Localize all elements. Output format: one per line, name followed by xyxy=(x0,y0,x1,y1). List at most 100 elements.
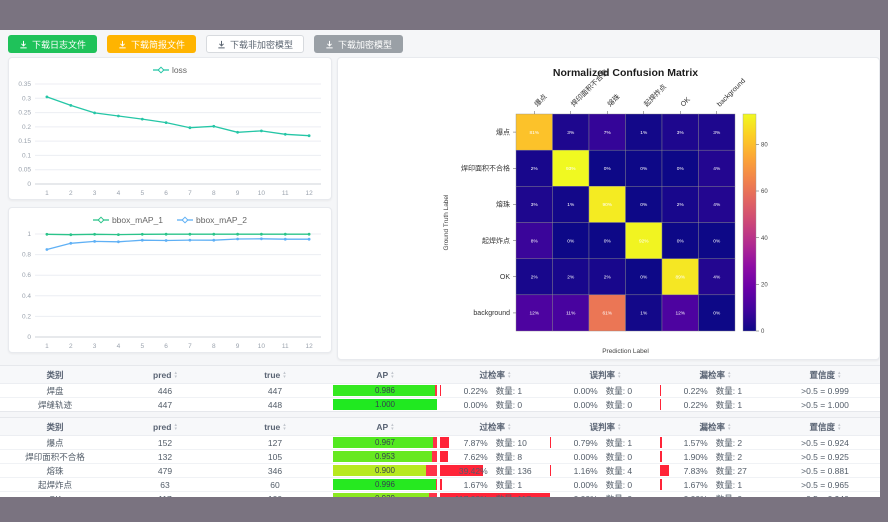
column-label: 类别 xyxy=(46,421,63,433)
column-header-过检率[interactable]: 过检率▴▾ xyxy=(440,366,550,383)
svg-text:1: 1 xyxy=(45,343,49,350)
rate-percent: 1.90% xyxy=(664,452,708,462)
true-cell: 60 xyxy=(220,478,330,491)
legend-item-bbox_mAP_1[interactable]: bbox_mAP_1 xyxy=(93,215,163,225)
sort-icon[interactable]: ▴▾ xyxy=(838,423,841,431)
sort-icon[interactable]: ▴▾ xyxy=(508,423,511,431)
column-header-true[interactable]: true▴▾ xyxy=(220,418,330,435)
confusion-matrix-card: Normalized Confusion Matrix81%3%7%1%3%3%… xyxy=(337,57,880,360)
over-detection-cell: 0.22%数量: 1 xyxy=(440,384,550,397)
misjudge-cell: 0.00%数量: 0 xyxy=(550,478,660,491)
confidence-cell: >0.5 = 0.925 xyxy=(770,450,880,463)
download-unencrypted-model-button[interactable]: 下载非加密模型 xyxy=(206,35,304,53)
misjudge-cell: 0.00%数量: 0 xyxy=(550,450,660,463)
metrics-table: 类别pred▴▾true▴▾AP▴▾过检率▴▾误判率▴▾漏检率▴▾置信度▴▾焊盘… xyxy=(0,365,880,412)
over-detection-cell: 1.67%数量: 1 xyxy=(440,478,550,491)
legend-item-loss[interactable]: loss xyxy=(153,65,187,75)
sort-icon[interactable]: ▴▾ xyxy=(508,371,511,379)
svg-text:1%: 1% xyxy=(640,311,648,317)
download-report-button[interactable]: 下载简报文件 xyxy=(107,35,196,53)
column-header-pred[interactable]: pred▴▾ xyxy=(110,418,220,435)
svg-text:12: 12 xyxy=(305,190,313,197)
column-header-置信度[interactable]: 置信度▴▾ xyxy=(770,366,880,383)
dashboard-page: 下载日志文件 下载简报文件 下载非加密模型 下载加密模型 loss 00.050… xyxy=(0,30,880,497)
sort-icon[interactable]: ▴▾ xyxy=(618,371,621,379)
column-header-AP[interactable]: AP▴▾ xyxy=(330,366,440,383)
pred-cell: 117 xyxy=(110,492,220,497)
sort-icon[interactable]: ▴▾ xyxy=(838,371,841,379)
svg-text:11: 11 xyxy=(282,343,289,350)
table-header-row: 类别pred▴▾true▴▾AP▴▾过检率▴▾误判率▴▾漏检率▴▾置信度▴▾ xyxy=(0,418,880,436)
charts-column: loss 00.050.10.150.20.250.30.35123456789… xyxy=(8,57,332,360)
column-label: 误判率 xyxy=(589,369,615,381)
column-header-AP[interactable]: AP▴▾ xyxy=(330,418,440,435)
svg-text:1: 1 xyxy=(27,231,31,238)
column-label: 置信度 xyxy=(809,369,835,381)
sort-icon[interactable]: ▴▾ xyxy=(391,371,394,379)
rate-count: 数量: 1 xyxy=(716,399,767,411)
sort-icon[interactable]: ▴▾ xyxy=(283,371,286,379)
column-header-误判率[interactable]: 误判率▴▾ xyxy=(550,366,660,383)
svg-text:0.2: 0.2 xyxy=(22,124,31,131)
rate-percent: 0.22% xyxy=(664,400,708,410)
true-cell: 448 xyxy=(220,398,330,411)
rate-count: 数量: 0 xyxy=(716,493,767,498)
download-encrypted-model-button[interactable]: 下载加密模型 xyxy=(314,35,403,53)
rate-count: 数量: 27 xyxy=(716,465,767,477)
sort-icon[interactable]: ▴▾ xyxy=(174,423,177,431)
column-label: 过检率 xyxy=(479,369,505,381)
column-label: pred xyxy=(153,422,171,432)
button-label: 下载日志文件 xyxy=(32,38,86,51)
over-detection-cell: 39.42%数量: 136 xyxy=(440,464,550,477)
sort-icon[interactable]: ▴▾ xyxy=(618,423,621,431)
sort-icon[interactable]: ▴▾ xyxy=(283,423,286,431)
svg-text:11%: 11% xyxy=(566,311,576,317)
class-cell: OK xyxy=(0,492,110,497)
over-detection-cell: 117.00%数量: 117 xyxy=(440,492,550,497)
svg-text:2%: 2% xyxy=(604,275,612,281)
svg-text:6: 6 xyxy=(164,190,168,197)
column-header-误判率[interactable]: 误判率▴▾ xyxy=(550,418,660,435)
confidence-cell: >0.5 = 0.965 xyxy=(770,478,880,491)
download-icon xyxy=(19,40,28,49)
svg-text:12: 12 xyxy=(305,343,313,350)
class-cell: 焊印面积不合格 xyxy=(0,450,110,463)
map-chart-legend: bbox_mAP_1 bbox_mAP_2 xyxy=(9,208,331,228)
column-header-漏检率[interactable]: 漏检率▴▾ xyxy=(660,418,770,435)
column-label: AP xyxy=(376,422,388,432)
column-header-置信度[interactable]: 置信度▴▾ xyxy=(770,418,880,435)
class-cell: 熔珠 xyxy=(0,464,110,477)
column-header-过检率[interactable]: 过检率▴▾ xyxy=(440,418,550,435)
download-icon xyxy=(118,40,127,49)
download-log-button[interactable]: 下载日志文件 xyxy=(8,35,97,53)
sort-icon[interactable]: ▴▾ xyxy=(174,371,177,379)
map-chart: 00.20.40.60.81123456789101112 xyxy=(9,228,331,351)
rate-count: 数量: 0 xyxy=(606,479,657,491)
sort-icon[interactable]: ▴▾ xyxy=(728,423,731,431)
ap-cell: 0.986 xyxy=(330,384,440,397)
miss-detection-cell: 7.83%数量: 27 xyxy=(660,464,770,477)
svg-text:3%: 3% xyxy=(531,202,539,208)
svg-text:0.05: 0.05 xyxy=(18,167,31,174)
svg-text:0%: 0% xyxy=(640,166,648,172)
svg-text:起焊炸点: 起焊炸点 xyxy=(482,236,510,245)
ap-cell: 0.929 xyxy=(330,492,440,497)
svg-text:OK: OK xyxy=(680,96,692,108)
svg-text:爆点: 爆点 xyxy=(496,127,510,136)
column-header-pred[interactable]: pred▴▾ xyxy=(110,366,220,383)
legend-item-bbox_mAP_2[interactable]: bbox_mAP_2 xyxy=(177,215,247,225)
button-label: 下载加密模型 xyxy=(338,38,392,51)
ap-value: 1.000 xyxy=(333,399,436,410)
rate-percent: 39.42% xyxy=(444,466,488,476)
svg-text:8: 8 xyxy=(212,190,216,197)
rate-count: 数量: 117 xyxy=(496,493,547,498)
rate-count: 数量: 0 xyxy=(606,451,657,463)
ap-cell: 0.900 xyxy=(330,464,440,477)
sort-icon[interactable]: ▴▾ xyxy=(728,371,731,379)
column-header-true[interactable]: true▴▾ xyxy=(220,366,330,383)
over-detection-cell: 7.87%数量: 10 xyxy=(440,436,550,449)
sort-icon[interactable]: ▴▾ xyxy=(391,423,394,431)
rate-percent: 0.00% xyxy=(664,494,708,498)
column-label: 过检率 xyxy=(479,421,505,433)
column-header-漏检率[interactable]: 漏检率▴▾ xyxy=(660,366,770,383)
